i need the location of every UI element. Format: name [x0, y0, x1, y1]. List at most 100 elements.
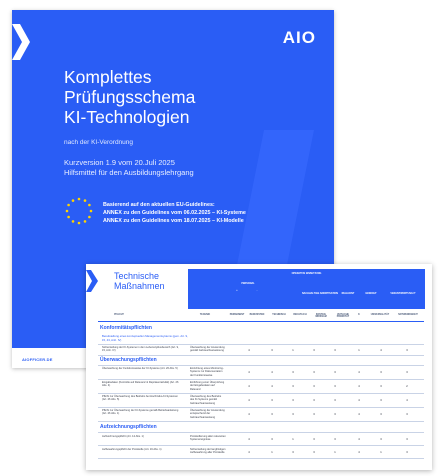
cell-value: 4: [271, 384, 273, 388]
row-divider: [98, 407, 424, 408]
cover-title-line-1: Komplettes: [64, 67, 152, 87]
col-universalitaet: UNIVERSALITÄT: [370, 314, 390, 316]
section-heading: Überwachungspflichten: [100, 357, 157, 363]
header-personal: PERSONAL: [241, 282, 255, 285]
row-divider: [98, 432, 424, 433]
cell-value: 4: [358, 398, 360, 402]
cell-value: 4: [271, 370, 273, 374]
cell-value: 4: [380, 348, 382, 352]
col-technik: TECHNIK: [199, 314, 211, 316]
cell-value: 3: [406, 450, 408, 454]
eu-guidelines-text: Basierend auf den aktuellen EU-Guideline…: [103, 201, 246, 225]
cover-version: Kurzversion 1.9 vom 20.Juli 2025 Hilfsmi…: [64, 158, 194, 178]
eu-line-models: ANNEX zu den Guidelines vom 18.07.2025 –…: [103, 218, 244, 224]
decorative-slash-graphic: [234, 130, 314, 280]
cell-value: 3: [380, 370, 382, 374]
cell-value: 3: [313, 412, 315, 416]
col-permanent: PERMANENT: [229, 314, 245, 316]
cell-value: 4: [358, 412, 360, 416]
cell-value: 3: [313, 437, 315, 441]
cell-value: 2: [406, 384, 408, 388]
row-text: Überwachung der Funktionsweise der KI-Sy…: [102, 367, 178, 370]
cell-value: 4: [248, 450, 250, 454]
cell-value: 3: [313, 398, 315, 402]
col-k: K: [358, 314, 360, 316]
cell-value: 4: [248, 398, 250, 402]
cell-value: 3: [380, 412, 382, 416]
cell-value: 1: [292, 348, 294, 352]
section-subheading: Bereitstellung eines konzeptuellen Manag…: [102, 334, 188, 342]
row-text: Pflicht zur Überwachung der KI-Systeme g…: [102, 409, 179, 416]
row-tech: Überwachung der Anwendung gemäß Gebrauch…: [190, 346, 225, 353]
cell-value: 3: [292, 370, 294, 374]
col-pflicht: PFLICHT: [114, 314, 124, 316]
eu-line-intro: Basierend auf den aktuellen EU-Guideline…: [103, 202, 215, 208]
cell-value: 4: [248, 412, 250, 416]
row-divider: [98, 344, 424, 345]
row-tech: Überwachung des Betriebs des KI-Systems …: [190, 395, 222, 405]
cover-title: Komplettes Prüfungsschema KI-Technologie…: [64, 67, 195, 127]
cover-title-line-3: KI-Technologien: [64, 107, 190, 127]
table-title: Technische Maßnahmen: [114, 271, 165, 291]
cell-value: 3: [406, 412, 408, 416]
eu-line-systems: ANNEX zu den Guidelines vom 06.02.2025 –…: [103, 210, 246, 216]
table-page: Technische Maßnahmen OPERATIVE EINSETZUN…: [86, 264, 432, 470]
cell-value: 4: [358, 370, 360, 374]
cell-value: 3: [271, 348, 273, 352]
col-notwendigkeit: NOTWENDIGKEIT: [398, 314, 418, 316]
header-plus: +: [236, 289, 238, 292]
header-operative: OPERATIVE EINSETZUNG: [291, 272, 322, 275]
row-text: Eingabedaten (Kontrolle auf Relevanz & R…: [102, 381, 179, 388]
col-rechtlich: RECHTLICH: [293, 314, 307, 316]
cell-value: 3: [292, 384, 294, 388]
row-tech: Sicherstellung der langfristigen Aufbewa…: [190, 448, 226, 455]
col-bewussten: BEWUSSTEN: [249, 314, 265, 316]
cell-value: 4: [358, 450, 360, 454]
cell-value: 3: [380, 398, 382, 402]
table-header-band: OPERATIVE EINSETZUNG PERSONAL + - NACHHA…: [188, 269, 425, 309]
cell-value: 3: [380, 384, 382, 388]
aio-logo: AIO: [282, 28, 316, 47]
cell-value: 3: [406, 370, 408, 374]
cell-value: 4: [248, 384, 250, 388]
cell-value: 1: [358, 348, 360, 352]
row-tech: Protokollierung aller relevanten Systeme…: [190, 435, 226, 442]
row-divider: [98, 393, 424, 394]
chevron-icon: [12, 24, 30, 60]
cover-subtitle: nach der KI-Verordnung: [64, 139, 134, 146]
cell-value: 1: [271, 450, 273, 454]
row-divider: [98, 355, 424, 356]
table-title-line-2: Maßnahmen: [114, 281, 165, 291]
cell-value: 3: [271, 398, 273, 402]
header-minus: -: [256, 289, 258, 292]
cell-value: 3: [292, 450, 294, 454]
purpose-line: Hilfsmittel für den Ausbildungslehrgang: [64, 168, 194, 177]
cell-value: 1: [334, 450, 336, 454]
cell-value: 3: [334, 348, 336, 352]
cell-value: 3: [334, 384, 336, 388]
row-text: Pflicht zur Überwachung des Betriebs bei…: [102, 395, 178, 402]
row-divider: [98, 445, 424, 446]
row-tech: Einführung einer Überprüfung der Eingabe…: [190, 381, 225, 391]
cover-title-line-2: Prüfungsschema: [64, 87, 196, 107]
cell-value: 1: [380, 450, 382, 454]
cell-value: 3: [334, 370, 336, 374]
cell-value: 3: [292, 398, 294, 402]
col-kostenwirksam: KOSTEN-WIRKSAM: [315, 314, 327, 318]
section-heading: Aufzeichnungspflichten: [100, 424, 157, 430]
row-divider: [98, 365, 424, 366]
header-verantwortlich: VERANTWORTUNG IT: [390, 292, 416, 295]
cell-value: 4: [248, 348, 250, 352]
cell-value: 4: [358, 384, 360, 388]
row-tech: Überwachung der Anwendung entsprechend d…: [190, 409, 225, 419]
cell-value: 1: [292, 437, 294, 441]
section-heading: Konformitätspflichten: [100, 325, 152, 331]
cell-value: 3: [334, 437, 336, 441]
cell-value: 3: [313, 384, 315, 388]
cell-value: 4: [406, 398, 408, 402]
header-relevant: RELEVANT: [341, 292, 355, 295]
row-text: Sicherstellung der KI-Systeme in dem Leb…: [102, 346, 179, 353]
cell-value: 4: [248, 437, 250, 441]
cell-value: 3: [313, 370, 315, 374]
col-zeitliche-prioritaet: ZEITLICHE PRIORITÄT: [336, 314, 350, 318]
